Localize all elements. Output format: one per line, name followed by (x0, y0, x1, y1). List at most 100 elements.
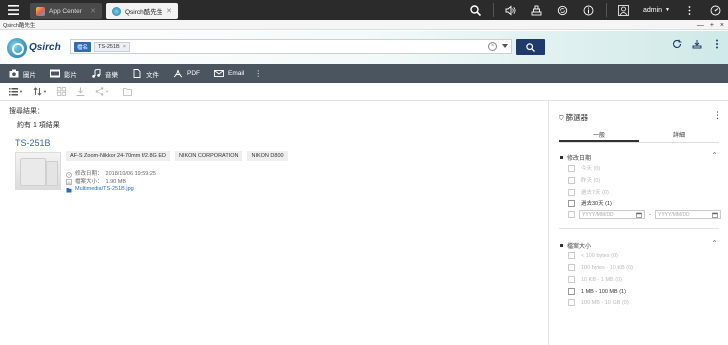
background-tasks-button[interactable] (524, 0, 550, 20)
chevron-up-icon[interactable]: ⌃ (711, 239, 718, 248)
search-options-dropdown-icon[interactable] (502, 44, 508, 48)
meta-value: 1.90 MB (105, 178, 126, 185)
checkbox[interactable] (568, 288, 575, 295)
result-tag[interactable]: AF-S Zoom-Nikkor 24-70mm f/2.8G ED (66, 151, 170, 161)
photo-icon (9, 69, 19, 78)
results-label: 搜尋結果： (9, 108, 44, 115)
select-all-button[interactable] (57, 87, 66, 96)
search-input[interactable]: 檔名 TS-251B × × (70, 39, 512, 54)
results-panel: 搜尋結果： 約有 1 項結果 TS-251B AF-S Zoom-Nikkor … (0, 101, 548, 345)
search-value-chip[interactable]: TS-251B × (94, 41, 130, 52)
date-option-30days[interactable]: 過去30天 (1) (568, 199, 612, 207)
result-tag[interactable]: NIKON D800 (247, 151, 288, 161)
thumbnail-device-shape (46, 161, 58, 186)
dashboard-gauge-icon (710, 5, 720, 15)
sort-button[interactable]: ▼ (33, 87, 47, 96)
date-option-7days[interactable]: 過去7天 (0) (568, 188, 609, 196)
download-button[interactable] (76, 87, 85, 96)
caret-down-icon: ▼ (665, 7, 670, 13)
volume-icon (506, 5, 516, 15)
results-toolbar: ▼ ▼ ▼ (0, 83, 728, 101)
option-label: < 100 bytes (0) (581, 252, 618, 259)
caret-down-icon: ▼ (42, 89, 47, 94)
calendar-icon[interactable] (636, 212, 642, 218)
checkbox[interactable] (568, 164, 575, 172)
tab-app-center[interactable]: App Center ✕ (30, 3, 102, 19)
user-avatar[interactable] (611, 0, 637, 20)
open-folder-button[interactable] (123, 87, 132, 96)
os-top-bar: App Center ✕ Qsirch酷先生 ✕ admin ▼ (0, 0, 728, 20)
document-icon (133, 69, 141, 78)
option-label: 過去30天 (1) (581, 201, 612, 207)
main-menu-button[interactable] (0, 0, 26, 20)
close-tab-icon[interactable]: ✕ (90, 7, 96, 15)
size-option-1mb-100mb[interactable]: 1 MB - 100 MB (1) (568, 288, 626, 295)
checkbox[interactable] (568, 252, 575, 259)
size-section-header[interactable]: 檔案大小 (560, 241, 591, 250)
checkbox[interactable] (568, 199, 575, 207)
category-more-button[interactable]: ⋮ (254, 69, 262, 78)
calendar-icon[interactable] (712, 212, 718, 218)
clock-icon (66, 171, 72, 178)
checkbox[interactable] (568, 176, 575, 184)
checkbox[interactable] (568, 299, 575, 306)
category-music[interactable]: 音樂 (91, 69, 118, 79)
list-view-icon (9, 88, 18, 96)
clear-search-icon[interactable]: × (488, 42, 497, 51)
size-option-100b-10kb[interactable]: 100 bytes - 10 KB (0) (568, 264, 633, 271)
close-tab-icon[interactable]: ✕ (166, 7, 172, 15)
more-options-button[interactable] (676, 0, 702, 20)
tasks-icon (532, 5, 542, 15)
date-section-header[interactable]: 修改日期 (560, 153, 591, 162)
date-from-input[interactable]: YYYY/MM/DD (579, 210, 645, 219)
indexing-icon[interactable] (692, 39, 702, 49)
result-thumbnail[interactable] (15, 152, 61, 190)
checkbox[interactable] (568, 188, 575, 196)
volume-button[interactable] (498, 0, 524, 20)
search-field-chip[interactable]: 檔名 (74, 41, 92, 52)
category-email[interactable]: Email (214, 69, 244, 78)
result-title-link[interactable]: TS-251B (15, 138, 51, 148)
date-to-input[interactable]: YYYY/MM/DD (655, 210, 721, 219)
maximize-button[interactable]: + (710, 22, 714, 29)
checkbox[interactable] (568, 211, 575, 218)
divider (492, 3, 494, 17)
dashboard-button[interactable] (702, 0, 728, 20)
date-option-today[interactable]: 今天 (0) (568, 164, 600, 172)
category-photos[interactable]: 圖片 (9, 69, 36, 79)
chevron-up-icon[interactable]: ⌃ (711, 151, 718, 160)
filter-title: ⛉ 篩選器 (559, 112, 588, 123)
select-all-icon (57, 87, 66, 96)
category-documents[interactable]: 文件 (132, 69, 159, 79)
section-title: 檔案大小 (567, 244, 592, 250)
minimize-button[interactable]: — (697, 22, 704, 29)
date-option-yesterday[interactable]: 昨天 (0) (568, 176, 600, 184)
result-tag[interactable]: NIKON CORPORATION (174, 151, 243, 161)
divider (559, 142, 719, 143)
category-videos[interactable]: 影片 (50, 69, 77, 79)
tab-general[interactable]: 一般 (559, 130, 639, 142)
size-option-100mb-10gb[interactable]: 100 MB - 10 GB (0) (568, 299, 629, 306)
info-button[interactable] (576, 0, 602, 20)
meta-label: 修改日期： (75, 171, 103, 177)
size-option-under-100b[interactable]: < 100 bytes (0) (568, 252, 618, 259)
search-button[interactable] (463, 0, 489, 20)
filter-more-button[interactable]: ⋮ (713, 110, 722, 121)
tab-detail[interactable]: 詳細 (639, 130, 719, 142)
share-button[interactable]: ▼ (95, 87, 109, 96)
sync-button[interactable] (550, 0, 576, 20)
size-option-10kb-1mb[interactable]: 10 KB - 1 MB (0) (568, 276, 622, 283)
view-mode-button[interactable]: ▼ (9, 87, 23, 96)
search-button[interactable] (516, 39, 545, 55)
file-path-link[interactable]: Multimedia/TS-251B.jpg (75, 186, 134, 194)
checkbox[interactable] (568, 264, 575, 271)
refresh-icon[interactable] (672, 39, 682, 49)
remove-chip-icon[interactable]: × (123, 44, 126, 50)
close-window-button[interactable]: × (720, 22, 724, 29)
result-tags: AF-S Zoom-Nikkor 24-70mm f/2.8G ED NIKON… (66, 151, 288, 161)
tab-qsirch[interactable]: Qsirch酷先生 ✕ (106, 3, 178, 19)
user-menu[interactable]: admin ▼ (637, 7, 676, 14)
category-pdf[interactable]: PDF (173, 69, 200, 78)
checkbox[interactable] (568, 276, 575, 283)
more-vertical-icon[interactable] (712, 39, 722, 49)
